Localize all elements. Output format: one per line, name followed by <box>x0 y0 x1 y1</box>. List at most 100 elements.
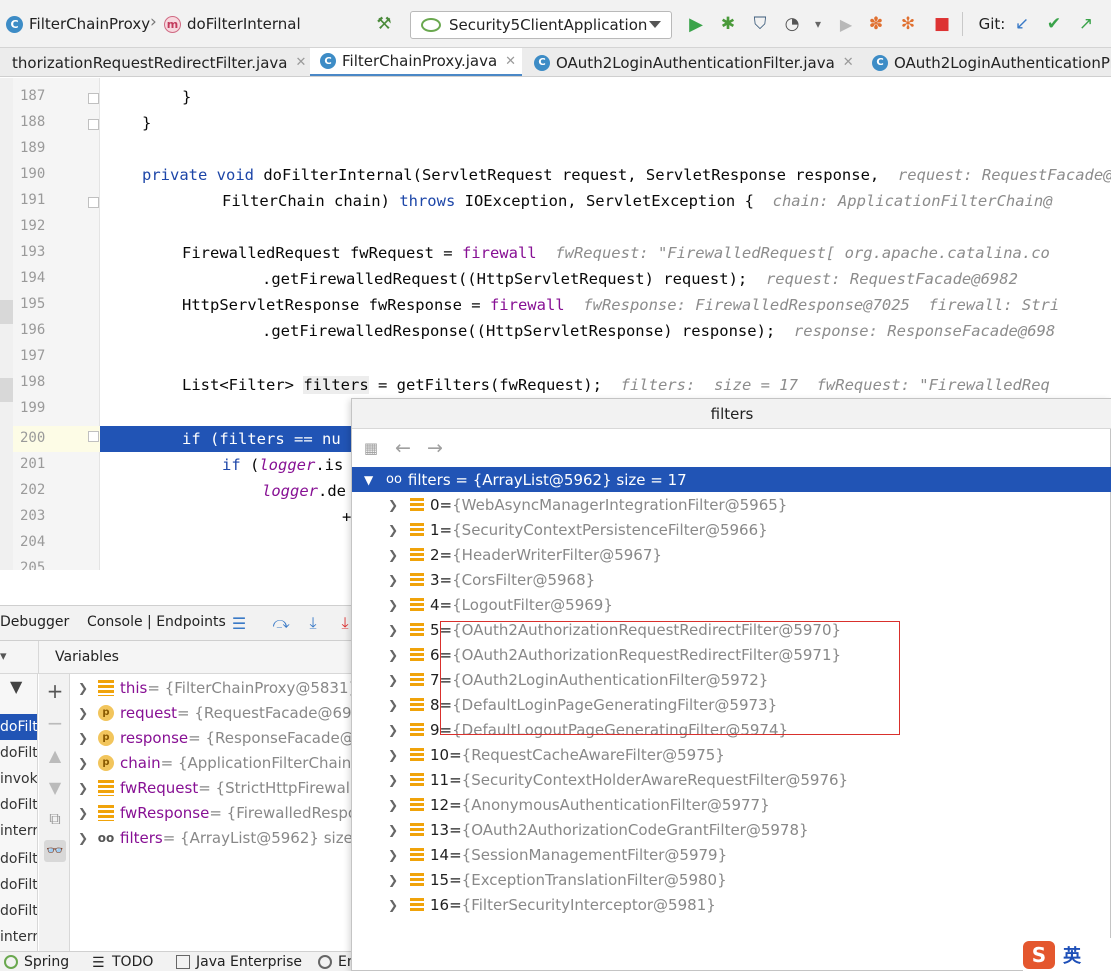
frame-item[interactable]: doFilt <box>0 714 37 740</box>
profile-icon[interactable]: ◔ <box>780 12 804 36</box>
frame-item[interactable]: doFilt <box>0 872 37 898</box>
expand-arrow-icon[interactable]: ❯ <box>78 806 98 820</box>
tree-structure-icon[interactable]: ▦ <box>360 437 382 459</box>
git-push-icon[interactable]: ↗ <box>1074 12 1098 36</box>
git-commit-check-icon[interactable]: ✔ <box>1042 12 1066 36</box>
frame-item[interactable]: invok <box>0 766 37 792</box>
spring-tool-button[interactable]: Spring <box>4 954 69 970</box>
fold-marker[interactable] <box>88 93 99 104</box>
expand-arrow-icon[interactable]: ❯ <box>78 706 98 720</box>
remove-watch-icon[interactable]: − <box>44 711 66 735</box>
resume-icon[interactable]: ▶ <box>834 12 858 36</box>
forward-arrow-icon[interactable]: → <box>424 437 446 459</box>
frame-item[interactable]: doFilt <box>0 846 37 872</box>
expand-arrow-icon[interactable]: ❯ <box>388 673 408 687</box>
expand-arrow-icon[interactable]: ❯ <box>388 723 408 737</box>
expand-arrow-icon[interactable]: ❯ <box>388 873 408 887</box>
run-icon[interactable]: ▶ <box>684 12 708 36</box>
tab-console-endpoints[interactable]: Console | Endpoints <box>87 614 226 630</box>
filter-list-item[interactable]: ❯ 14 = {SessionManagementFilter@5979} <box>352 842 1111 867</box>
close-icon[interactable]: ✕ <box>843 55 854 70</box>
update-app-icon[interactable]: ✻ <box>896 12 920 36</box>
expand-arrow-icon[interactable]: ❯ <box>388 698 408 712</box>
copy-icon[interactable]: ⧉ <box>44 808 66 830</box>
git-update-icon[interactable]: ↙ <box>1010 12 1034 36</box>
filter-list-item[interactable]: ❯ 15 = {ExceptionTranslationFilter@5980} <box>352 867 1111 892</box>
expand-arrow-icon[interactable]: ❯ <box>388 648 408 662</box>
java-enterprise-tool-button[interactable]: Java Enterprise <box>176 954 302 970</box>
variable-row[interactable]: ❯ fwRequest = {StrictHttpFirewal <box>70 775 351 800</box>
expand-arrow-icon[interactable]: ❯ <box>388 623 408 637</box>
tab-oauth2-login-authentication-provider[interactable]: C OAuth2LoginAuthenticationPr <box>862 48 1111 76</box>
frame-item[interactable]: interr <box>0 924 37 950</box>
fold-marker[interactable] <box>88 431 99 442</box>
frame-filter-icon[interactable]: ▼ <box>0 674 37 700</box>
frame-item[interactable]: doFilt <box>0 740 37 766</box>
filter-list-item[interactable]: ❯ 1 = {SecurityContextPersistenceFilter@5… <box>352 517 1111 542</box>
close-icon[interactable]: ✕ <box>505 54 516 69</box>
close-icon[interactable]: ✕ <box>295 55 306 70</box>
tree-root-filters[interactable]: ▼ oo filters = {ArrayList@5962} size = 1… <box>352 467 1111 492</box>
ime-indicator[interactable]: S 英 <box>1023 938 1111 971</box>
back-arrow-icon[interactable]: ← <box>392 437 414 459</box>
expand-arrow-icon[interactable]: ❯ <box>78 831 98 845</box>
frame-item[interactable]: doFilt <box>0 792 37 818</box>
variable-row[interactable]: ❯ this = {FilterChainProxy@5831} <box>70 675 351 700</box>
expand-arrow-icon[interactable]: ❯ <box>78 756 98 770</box>
frames-collapse-icon[interactable]: ▾ <box>0 649 7 664</box>
build-hammer-icon[interactable]: ⚒ <box>372 12 396 36</box>
variable-row[interactable]: ❯ oo filters = {ArrayList@5962} size <box>70 825 351 850</box>
filter-list-item[interactable]: ❯ 13 = {OAuth2AuthorizationCodeGrantFilte… <box>352 817 1111 842</box>
expand-arrow-icon[interactable]: ❯ <box>78 781 98 795</box>
add-watch-icon[interactable]: + <box>44 679 66 703</box>
attach-debugger-icon[interactable]: ✽ <box>864 12 888 36</box>
profile-dropdown-icon[interactable]: ▾ <box>806 12 830 36</box>
variable-row[interactable]: ❯ p request = {RequestFacade@698 <box>70 700 351 725</box>
filter-list-item[interactable]: ❯ 10 = {RequestCacheAwareFilter@5975} <box>352 742 1111 767</box>
todo-tool-button[interactable]: ☰ TODO <box>92 954 153 971</box>
variable-row[interactable]: ❯ p chain = {ApplicationFilterChain <box>70 750 351 775</box>
tab-authorization-request-redirect-filter[interactable]: thorizationRequestRedirectFilter.java ✕ <box>0 48 308 76</box>
frame-item[interactable]: doFilt <box>0 898 37 924</box>
expand-arrow-icon[interactable]: ❯ <box>388 598 408 612</box>
breadcrumb-class[interactable]: C FilterChainProxy <box>6 13 150 35</box>
show-execution-point-icon[interactable]: ⤼ <box>270 612 292 634</box>
expand-arrow-icon[interactable]: ❯ <box>78 731 98 745</box>
move-up-icon[interactable]: ▲ <box>44 744 66 766</box>
expand-arrow-icon[interactable]: ❯ <box>388 773 408 787</box>
move-down-icon[interactable]: ▼ <box>44 776 66 798</box>
expand-arrow-icon[interactable]: ❯ <box>388 748 408 762</box>
expand-arrow-icon[interactable]: ❯ <box>388 548 408 562</box>
filter-list-item[interactable]: ❯ 0 = {WebAsyncManagerIntegrationFilter@5… <box>352 492 1111 517</box>
step-over-icon[interactable]: ⤓ <box>302 612 324 634</box>
expand-arrow-icon[interactable]: ❯ <box>388 573 408 587</box>
filter-list-item[interactable]: ❯ 3 = {CorsFilter@5968} <box>352 567 1111 592</box>
filter-list-item[interactable]: ❯ 2 = {HeaderWriterFilter@5967} <box>352 542 1111 567</box>
filter-list-item[interactable]: ❯ 12 = {AnonymousAuthenticationFilter@597… <box>352 792 1111 817</box>
run-configuration-select[interactable]: Security5ClientApplication <box>410 11 672 39</box>
expand-arrow-icon[interactable]: ❯ <box>388 798 408 812</box>
frame-item[interactable]: interr <box>0 818 37 844</box>
expand-arrow-icon[interactable]: ❯ <box>78 681 98 695</box>
menu-lines-icon[interactable]: ☰ <box>228 612 250 634</box>
glasses-icon[interactable]: 👓 <box>44 840 66 862</box>
tab-debugger[interactable]: Debugger <box>0 614 69 630</box>
variable-row[interactable]: ❯ p response = {ResponseFacade@ <box>70 725 351 750</box>
coverage-shield-icon[interactable]: ⛉ <box>748 12 772 36</box>
expand-arrow-icon[interactable]: ❯ <box>388 823 408 837</box>
filter-list-item[interactable]: ❯ 16 = {FilterSecurityInterceptor@5981} <box>352 892 1111 917</box>
tab-oauth2-login-authentication-filter[interactable]: C OAuth2LoginAuthenticationFilter.java ✕ <box>524 48 860 76</box>
stop-icon[interactable]: ■ <box>930 12 954 36</box>
filter-list-item[interactable]: ❯ 11 = {SecurityContextHolderAwareRequest… <box>352 767 1111 792</box>
expand-arrow-icon[interactable]: ❯ <box>388 523 408 537</box>
expand-arrow-icon[interactable]: ❯ <box>388 498 408 512</box>
expand-arrow-icon[interactable]: ❯ <box>388 898 408 912</box>
fold-marker[interactable] <box>88 197 99 208</box>
tab-filter-chain-proxy[interactable]: C FilterChainProxy.java ✕ <box>310 48 522 76</box>
filter-list-item[interactable]: ❯ 4 = {LogoutFilter@5969} <box>352 592 1111 617</box>
breadcrumb-method[interactable]: m doFilterInternal <box>164 13 301 35</box>
chevron-down-icon[interactable]: ▼ <box>364 473 380 487</box>
debug-bug-icon[interactable]: ✱ <box>716 12 740 36</box>
expand-arrow-icon[interactable]: ❯ <box>388 848 408 862</box>
variable-row[interactable]: ❯ fwResponse = {FirewalledRespo <box>70 800 351 825</box>
